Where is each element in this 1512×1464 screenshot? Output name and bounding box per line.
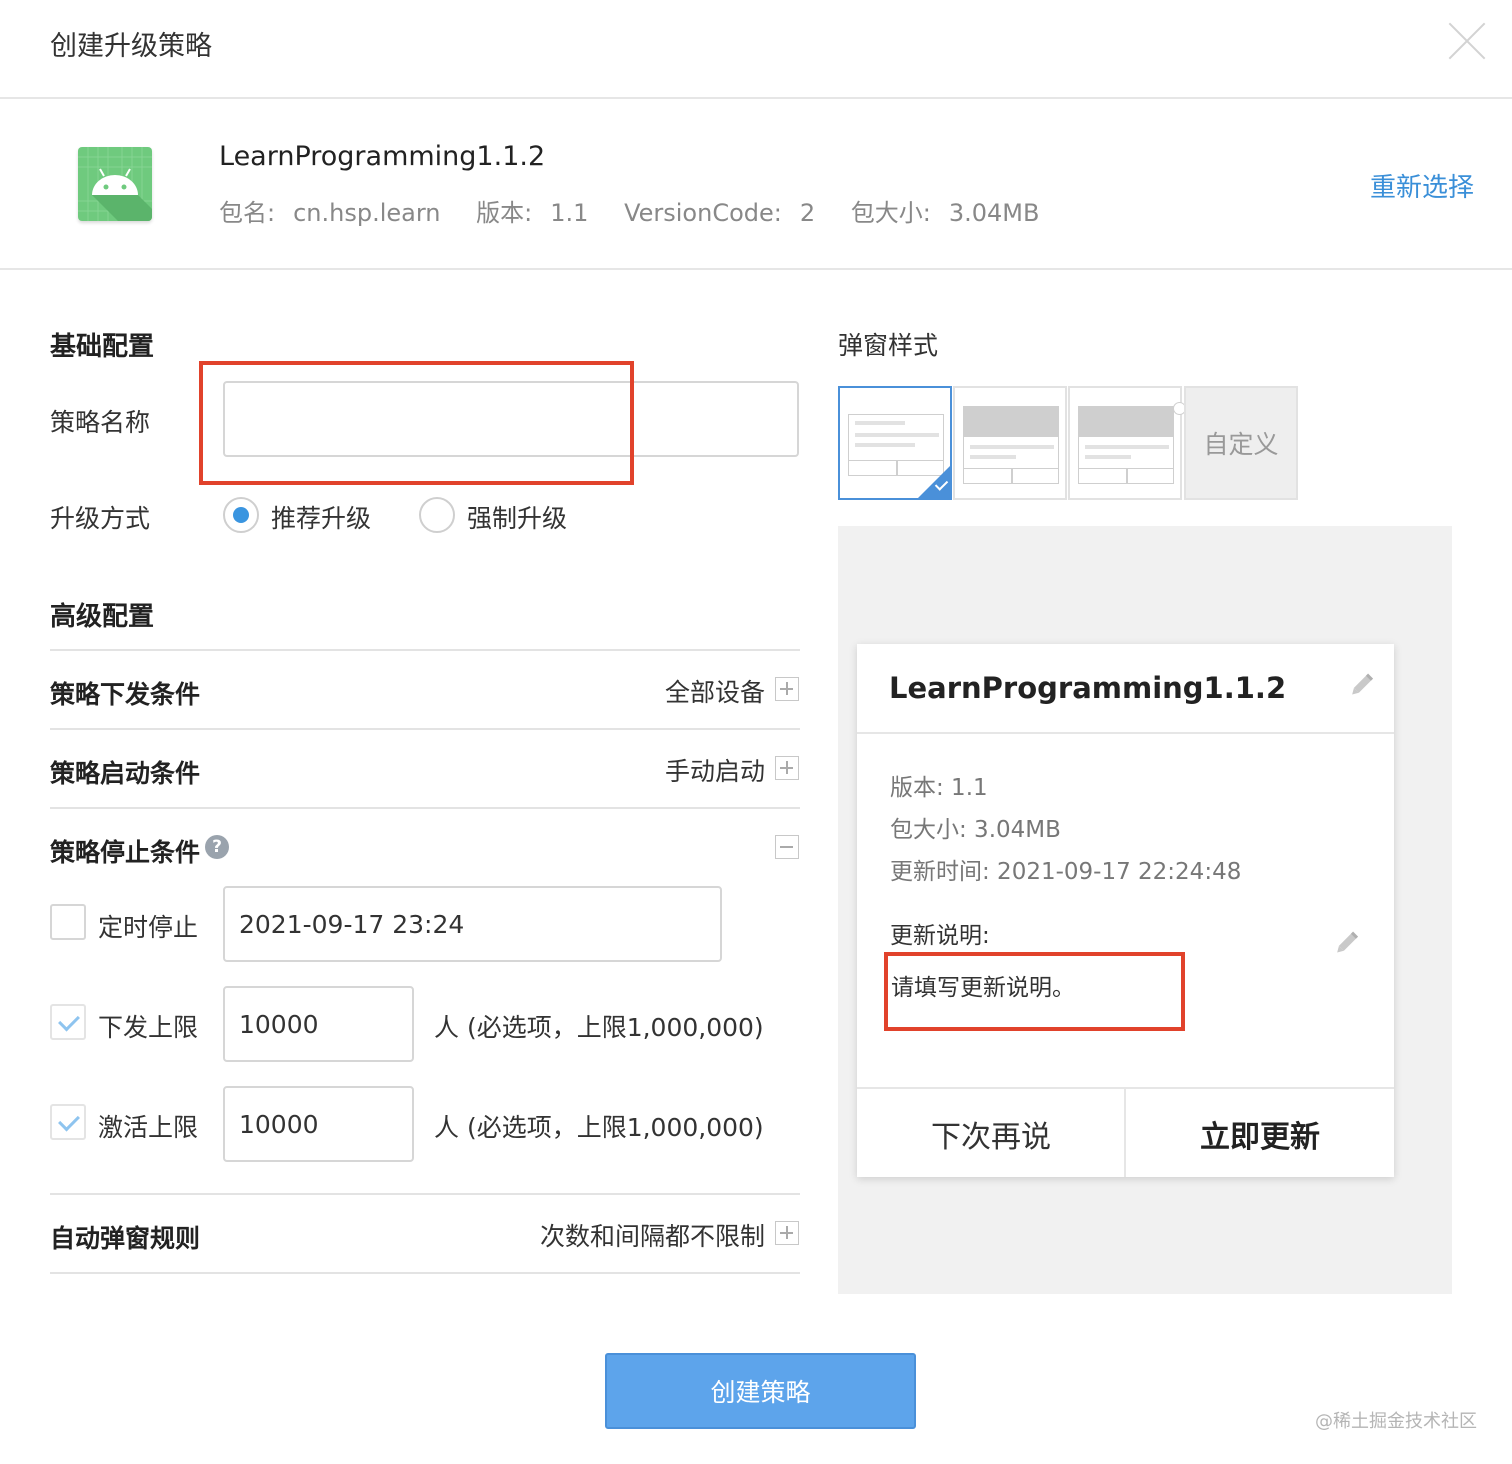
basic-config-title: 基础配置 (50, 332, 155, 362)
divider (50, 1272, 800, 1274)
android-app-icon (78, 147, 152, 221)
start-condition-label: 策略启动条件 (50, 759, 201, 788)
stop-condition-label: 策略停止条件 (50, 838, 201, 867)
meta-version: 版本: 1.1 (476, 199, 588, 227)
expand-plus-icon[interactable] (775, 677, 799, 701)
app-meta: 包名: cn.hsp.learn 版本: 1.1 VersionCode: 2 包大小… (219, 193, 1067, 228)
dispatch-limit-checkbox[interactable] (50, 1004, 86, 1040)
divider (50, 728, 800, 730)
meta-package: 包名: cn.hsp.learn (219, 199, 441, 227)
create-strategy-button[interactable]: 创建策略 (605, 1353, 916, 1429)
dispatch-limit-input[interactable]: 10000 (223, 986, 414, 1062)
close-icon[interactable] (1448, 22, 1486, 60)
expand-plus-icon[interactable] (775, 756, 799, 780)
activate-limit-hint: 人 (必选项，上限1,000,000) (434, 1113, 764, 1142)
highlight-box-name (199, 361, 634, 485)
upgrade-mode-label: 升级方式 (50, 504, 151, 533)
radio-recommended[interactable] (223, 497, 259, 533)
meta-versioncode: VersionCode: 2 (624, 199, 815, 227)
meta-size: 包大小: 3.04MB (851, 199, 1040, 227)
app-divider (0, 268, 1512, 270)
advanced-config-title: 高级配置 (50, 602, 155, 632)
preview-size: 包大小: 3.04MB (890, 817, 1061, 843)
activate-limit-checkbox[interactable] (50, 1104, 86, 1140)
meta-versioncode-value: 2 (799, 199, 816, 227)
preview-title-divider (857, 732, 1394, 734)
meta-version-label: 版本: (476, 199, 533, 227)
dispatch-condition-value: 全部设备 (664, 678, 765, 707)
timed-stop-label: 定时停止 (98, 913, 199, 942)
popup-template-3[interactable] (1068, 386, 1186, 500)
reselect-link[interactable]: 重新选择 (1370, 167, 1474, 204)
watermark: @稀土掘金技术社区 (1315, 1411, 1477, 1432)
app-name: LearnProgramming1.1.2 (219, 141, 546, 172)
strategy-name-label: 策略名称 (50, 408, 151, 437)
timed-stop-checkbox[interactable] (50, 904, 86, 940)
preview-notes-label: 更新说明: (890, 923, 990, 949)
start-condition-value: 手动启动 (664, 757, 765, 786)
radio-forced-label[interactable]: 强制升级 (467, 499, 567, 535)
preview-update-time: 更新时间: 2021-09-17 22:24:48 (890, 859, 1242, 885)
dispatch-condition-label: 策略下发条件 (50, 680, 201, 709)
dispatch-limit-label: 下发上限 (98, 1013, 199, 1042)
preview-version: 版本: 1.1 (890, 775, 988, 801)
popup-rule-label: 自动弹窗规则 (50, 1224, 201, 1253)
activate-limit-label: 激活上限 (98, 1113, 199, 1142)
popup-template-2[interactable] (953, 386, 1067, 500)
meta-version-value: 1.1 (550, 199, 589, 227)
divider (50, 1193, 800, 1195)
dialog-title: 创建升级策略 (50, 31, 212, 62)
divider (50, 649, 800, 651)
divider (50, 807, 800, 809)
expand-plus-icon[interactable] (775, 1221, 799, 1245)
edit-title-pencil-icon[interactable] (1346, 670, 1376, 700)
popup-rule-value: 次数和间隔都不限制 (539, 1222, 765, 1251)
edit-notes-pencil-icon[interactable] (1331, 928, 1361, 958)
meta-size-value: 3.04MB (948, 199, 1040, 227)
preview-title: LearnProgramming1.1.2 (889, 671, 1287, 705)
radio-recommended-label[interactable]: 推荐升级 (271, 499, 371, 535)
activate-limit-input[interactable]: 10000 (223, 1086, 414, 1162)
help-icon[interactable]: ? (205, 835, 229, 859)
dispatch-limit-hint: 人 (必选项，上限1,000,000) (434, 1013, 764, 1042)
meta-package-label: 包名: (219, 199, 276, 227)
meta-versioncode-label: VersionCode: (624, 199, 782, 227)
highlight-box-notes (884, 952, 1185, 1031)
radio-forced[interactable] (419, 497, 455, 533)
update-now-button[interactable]: 立即更新 (1126, 1090, 1394, 1177)
popup-style-title: 弹窗样式 (838, 331, 939, 360)
popup-template-1[interactable] (838, 386, 952, 500)
meta-size-label: 包大小: (850, 199, 931, 227)
header-divider (0, 97, 1512, 99)
meta-package-value: cn.hsp.learn (293, 199, 441, 227)
later-button[interactable]: 下次再说 (857, 1090, 1125, 1177)
collapse-minus-icon[interactable] (775, 835, 799, 859)
popup-template-custom[interactable]: 自定义 (1184, 386, 1298, 500)
timed-stop-datetime[interactable]: 2021-09-17 23:24 (223, 886, 722, 962)
